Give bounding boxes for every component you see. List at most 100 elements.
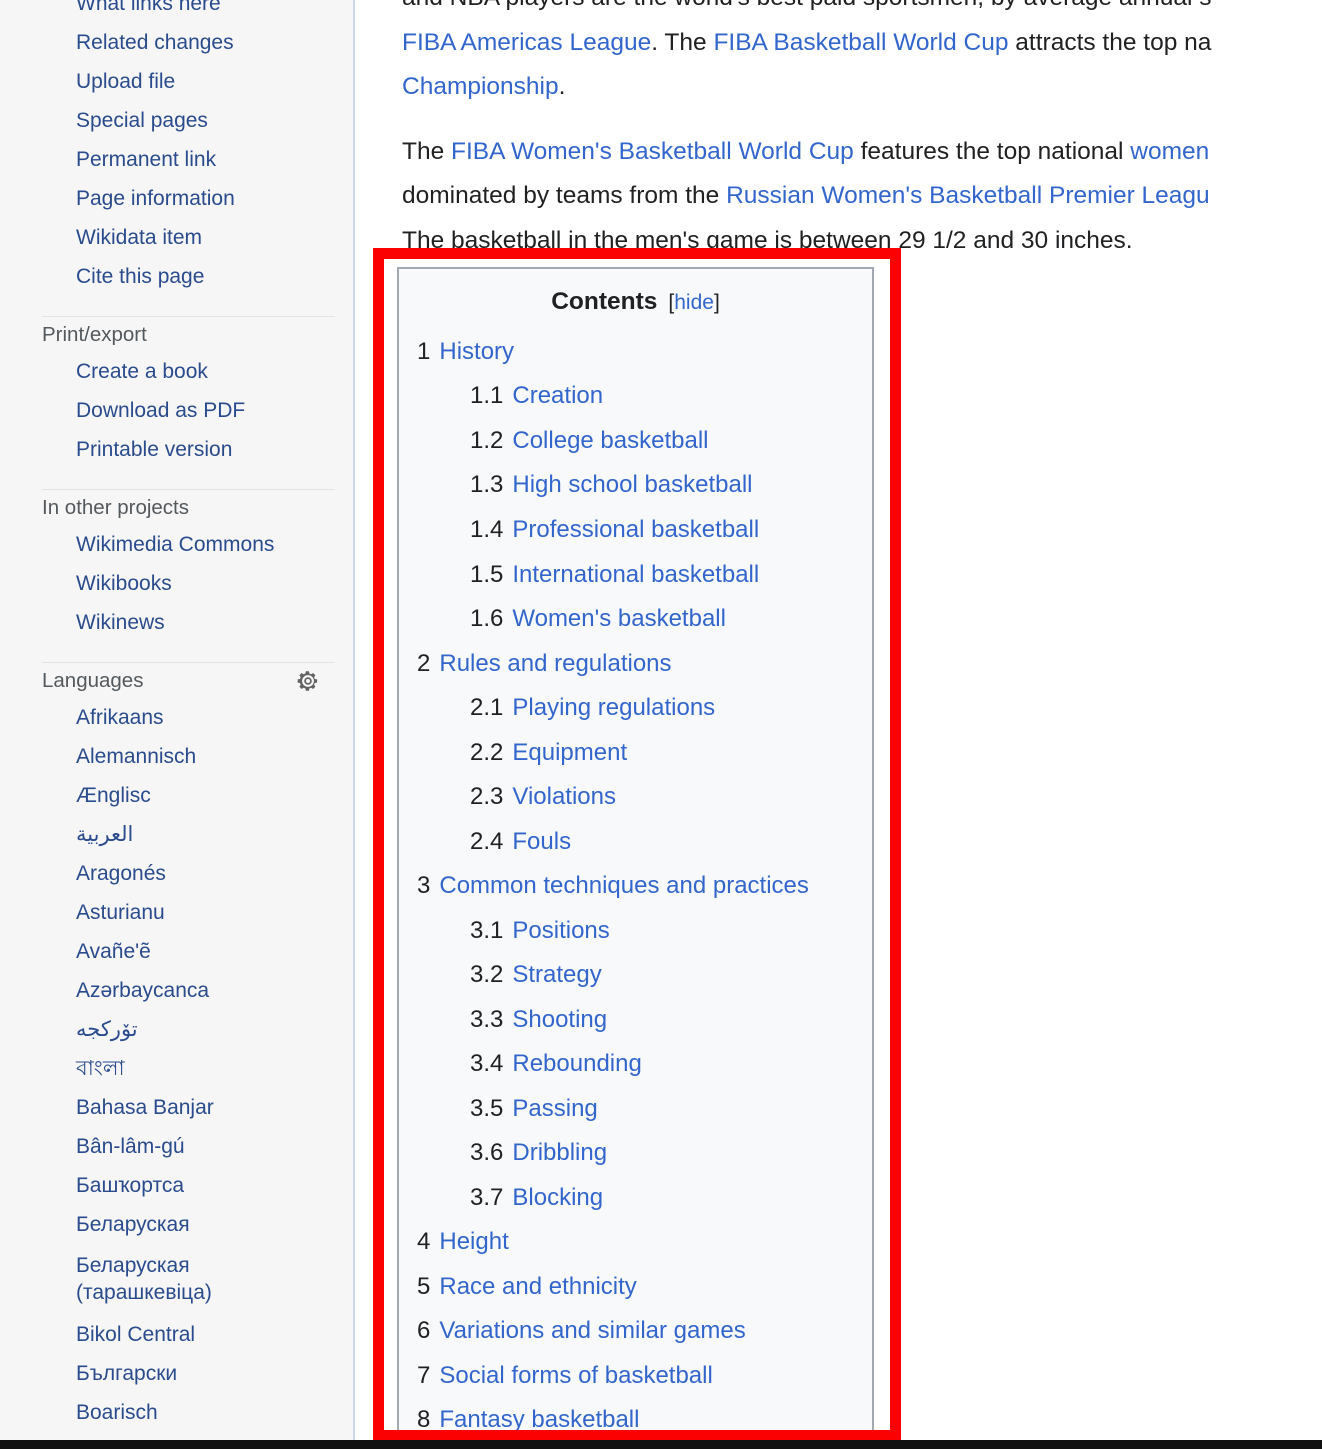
list-item[interactable]: 1.4 Professional basketball [399,508,872,553]
list-item[interactable]: Related changes [0,23,353,62]
list-item[interactable]: 2.3 Violations [399,775,872,820]
toc-link-shooting[interactable]: Shooting [512,998,607,1043]
list-item[interactable]: Беларуская (тарашкевіца) [0,1252,353,1307]
list-item[interactable]: Special pages [0,101,353,140]
toc-link-professional-basketball[interactable]: Professional basketball [512,508,759,553]
list-item[interactable]: 2 Rules and regulations [399,642,872,687]
list-item[interactable]: 6 Variations and similar games [399,1309,872,1354]
list-item[interactable]: 3.5 Passing [399,1087,872,1132]
toc-link-positions[interactable]: Positions [512,909,609,954]
list-item[interactable]: 2.1 Playing regulations [399,686,872,731]
list-item[interactable]: 1.1 Creation [399,374,872,419]
sidebar-lang-belarusian-taraskievica[interactable]: Беларуская (тарашкевіца) [76,1252,276,1307]
toc-entry-1-1[interactable]: 1.1 Creation [399,374,872,419]
article-link-womens[interactable]: women [1130,138,1209,165]
list-item[interactable]: Ænglisc [0,776,353,815]
sidebar-item-permanent-link[interactable]: Permanent link [0,140,353,179]
sidebar-lang-bashkir[interactable]: Башҡортса [0,1166,353,1205]
toc-entry-6[interactable]: 6 Variations and similar games [399,1309,872,1354]
toc-entry-3[interactable]: 3 Common techniques and practices [399,864,872,909]
list-item[interactable]: 7 Social forms of basketball [399,1354,872,1399]
toc-link-fantasy-basketball[interactable]: Fantasy basketball [439,1398,639,1443]
toc-entry-5[interactable]: 5 Race and ethnicity [399,1265,872,1310]
toc-link-creation[interactable]: Creation [512,374,603,419]
list-item[interactable]: 4 Height [399,1220,872,1265]
sidebar-item-special-pages[interactable]: Special pages [0,101,353,140]
list-item[interactable]: 3.6 Dribbling [399,1131,872,1176]
list-item[interactable]: 5 Race and ethnicity [399,1265,872,1310]
toc-link-history[interactable]: History [439,330,514,375]
sidebar-item-download-as-pdf[interactable]: Download as PDF [0,391,353,430]
toc-link-womens-basketball[interactable]: Women's basketball [512,597,726,642]
list-item[interactable]: Avañe'ẽ [0,932,353,971]
toc-entry-2-4[interactable]: 2.4 Fouls [399,820,872,865]
list-item[interactable]: Башҡортса [0,1166,353,1205]
sidebar-lang-asturianu[interactable]: Asturianu [0,893,353,932]
list-item[interactable]: Wikidata item [0,218,353,257]
toc-hide-link[interactable]: hide [674,291,714,314]
toc-link-dribbling[interactable]: Dribbling [512,1131,607,1176]
sidebar-item-create-a-book[interactable]: Create a book [0,352,353,391]
toc-link-rules-and-regulations[interactable]: Rules and regulations [439,642,671,687]
sidebar-lang-arabic[interactable]: العربية [0,815,353,854]
sidebar-item-cite-this-page[interactable]: Cite this page [0,257,353,296]
sidebar-item-wikinews[interactable]: Wikinews [0,603,353,642]
list-item[interactable]: Wikimedia Commons [0,525,353,564]
sidebar-lang-alemannisch[interactable]: Alemannisch [0,737,353,776]
toc-link-fouls[interactable]: Fouls [512,820,571,865]
list-item[interactable]: Azərbaycanca [0,971,353,1010]
sidebar-item-printable-version[interactable]: Printable version [0,430,353,469]
toc-link-violations[interactable]: Violations [512,775,616,820]
list-item[interactable]: العربية [0,815,353,854]
list-item[interactable]: 2.2 Equipment [399,731,872,776]
toc-entry-1[interactable]: 1 History [399,330,872,375]
toc-entry-3-5[interactable]: 3.5 Passing [399,1087,872,1132]
sidebar-lang-azerbaycanca[interactable]: Azərbaycanca [0,971,353,1010]
toc-link-rebounding[interactable]: Rebounding [512,1042,641,1087]
list-item[interactable]: 1.2 College basketball [399,419,872,464]
list-item[interactable]: 3 Common techniques and practices [399,864,872,909]
list-item[interactable]: Cite this page [0,257,353,296]
toc-entry-2-2[interactable]: 2.2 Equipment [399,731,872,776]
sidebar-lang-ban-lam-gu[interactable]: Bân-lâm-gú [0,1127,353,1166]
toc-link-equipment[interactable]: Equipment [512,731,627,776]
sidebar-lang-bahasa-banjar[interactable]: Bahasa Banjar [0,1088,353,1127]
sidebar-item-upload-file[interactable]: Upload file [0,62,353,101]
toc-link-international-basketball[interactable]: International basketball [512,553,759,598]
toc-hide-toggle[interactable]: [hide] [668,291,719,314]
list-item[interactable]: 1.3 High school basketball [399,463,872,508]
list-item[interactable]: Create a book [0,352,353,391]
list-item[interactable]: Alemannisch [0,737,353,776]
toc-entry-2-3[interactable]: 2.3 Violations [399,775,872,820]
toc-entry-3-4[interactable]: 3.4 Rebounding [399,1042,872,1087]
toc-entry-1-6[interactable]: 1.6 Women's basketball [399,597,872,642]
article-link-russian-womens-basketball-premier-league[interactable]: Russian Women's Basketball Premier Leagu [726,182,1210,209]
list-item[interactable]: Printable version [0,430,353,469]
sidebar-item-wikimedia-commons[interactable]: Wikimedia Commons [0,525,353,564]
list-item[interactable]: বাংলা [0,1049,353,1088]
toc-entry-3-7[interactable]: 3.7 Blocking [399,1176,872,1221]
list-item[interactable]: Aragonés [0,854,353,893]
sidebar-lang-boarisch[interactable]: Boarisch [0,1393,353,1432]
toc-entry-2-1[interactable]: 2.1 Playing regulations [399,686,872,731]
toc-entry-3-1[interactable]: 3.1 Positions [399,909,872,954]
toc-link-blocking[interactable]: Blocking [512,1176,603,1221]
sidebar-lang-aragones[interactable]: Aragonés [0,854,353,893]
toc-entry-1-4[interactable]: 1.4 Professional basketball [399,508,872,553]
list-item[interactable]: 2.4 Fouls [399,820,872,865]
list-item[interactable]: 8 Fantasy basketball [399,1398,872,1443]
sidebar-lang-aenglisc[interactable]: Ænglisc [0,776,353,815]
gear-icon[interactable] [297,670,319,692]
toc-entry-1-3[interactable]: 1.3 High school basketball [399,463,872,508]
sidebar-item-wikibooks[interactable]: Wikibooks [0,564,353,603]
toc-link-social-forms-of-basketball[interactable]: Social forms of basketball [439,1354,712,1399]
toc-link-high-school-basketball[interactable]: High school basketball [512,463,752,508]
toc-link-playing-regulations[interactable]: Playing regulations [512,686,715,731]
toc-entry-3-3[interactable]: 3.3 Shooting [399,998,872,1043]
list-item[interactable]: Upload file [0,62,353,101]
list-item[interactable]: 1.5 International basketball [399,553,872,598]
list-item[interactable]: 3.2 Strategy [399,953,872,998]
toc-entry-8[interactable]: 8 Fantasy basketball [399,1398,872,1443]
sidebar-lang-bulgarian[interactable]: Български [0,1354,353,1393]
toc-entry-3-6[interactable]: 3.6 Dribbling [399,1131,872,1176]
